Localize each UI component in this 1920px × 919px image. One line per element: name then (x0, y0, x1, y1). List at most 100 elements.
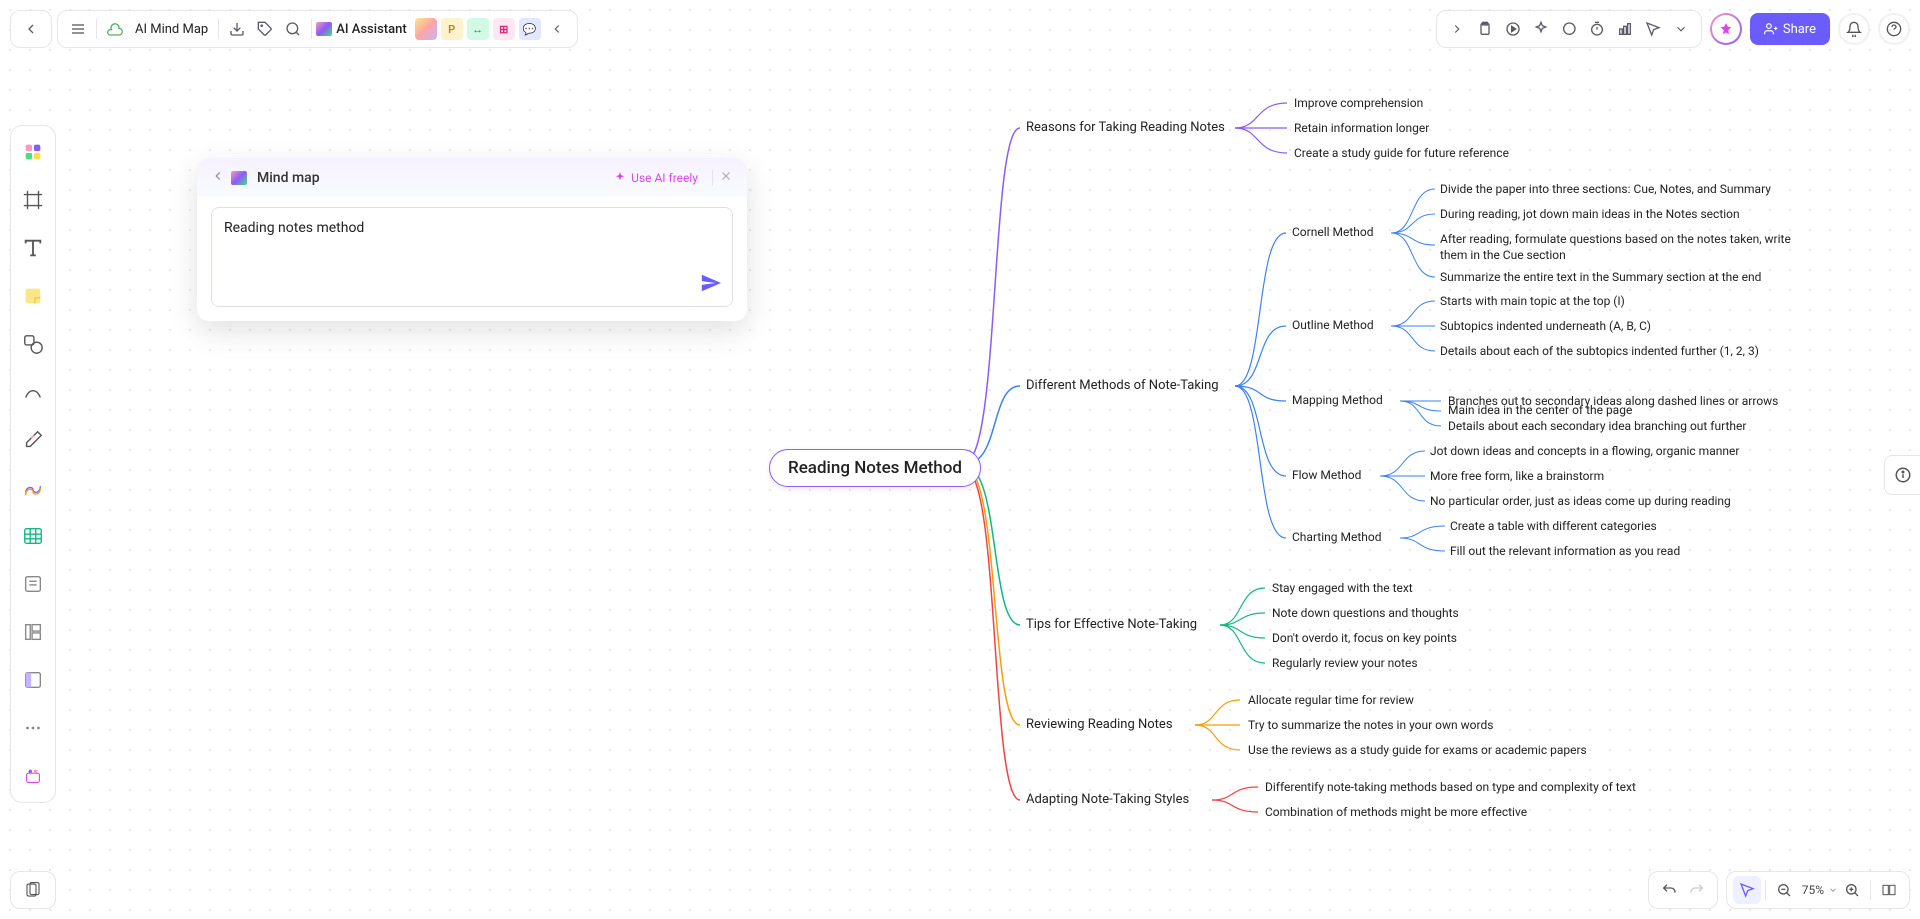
leaf[interactable]: Jot down ideas and concepts in a flowing… (1430, 444, 1739, 458)
text-block-icon[interactable] (17, 568, 49, 600)
leaf[interactable]: Combination of methods might be more eff… (1265, 805, 1527, 819)
table-icon[interactable] (17, 520, 49, 552)
back-button[interactable] (17, 15, 45, 43)
leaf[interactable]: Create a table with different categories (1450, 519, 1657, 533)
sub-cornell[interactable]: Cornell Method (1292, 225, 1374, 239)
separator (1765, 880, 1766, 900)
branch-reviewing[interactable]: Reviewing Reading Notes (1026, 717, 1173, 732)
cloud-sync-icon[interactable] (101, 15, 129, 43)
doc-title[interactable]: AI Mind Map (135, 22, 208, 37)
bell-icon[interactable] (1838, 13, 1870, 45)
connector-icon[interactable] (17, 376, 49, 408)
share-button[interactable]: Share (1750, 13, 1830, 45)
chip-p[interactable]: P (441, 18, 463, 40)
leaf[interactable]: Improve comprehension (1294, 96, 1423, 110)
redo-button[interactable] (1683, 876, 1711, 904)
undo-button[interactable] (1655, 876, 1683, 904)
use-ai-freely-link[interactable]: Use AI freely (613, 171, 698, 185)
leaf[interactable]: Allocate regular time for review (1248, 693, 1414, 707)
leaf[interactable]: Details about each of the subtopics inde… (1440, 344, 1759, 358)
chevron-down-icon[interactable] (1828, 885, 1838, 895)
shape-icon[interactable] (17, 328, 49, 360)
curve-icon[interactable] (17, 472, 49, 504)
search-icon[interactable] (279, 15, 307, 43)
leaf[interactable]: Retain information longer (1294, 121, 1429, 135)
leaf[interactable]: Summarize the entire text in the Summary… (1440, 270, 1761, 284)
send-button[interactable] (700, 272, 722, 298)
leaf[interactable]: Use the reviews as a study guide for exa… (1248, 743, 1587, 757)
frame-icon[interactable] (17, 184, 49, 216)
panel-icon[interactable] (17, 664, 49, 696)
sub-mapping[interactable]: Mapping Method (1292, 393, 1383, 407)
tag-icon[interactable] (251, 15, 279, 43)
ai-logo-icon (231, 171, 247, 185)
pages-icon[interactable] (10, 871, 56, 909)
ai-chip-icon[interactable] (17, 760, 49, 792)
sub-outline[interactable]: Outline Method (1292, 318, 1374, 332)
leaf[interactable]: Create a study guide for future referenc… (1294, 146, 1509, 160)
sub-charting[interactable]: Charting Method (1292, 530, 1381, 544)
branch-reasons[interactable]: Reasons for Taking Reading Notes (1026, 120, 1225, 135)
leaf[interactable]: Divide the paper into three sections: Cu… (1440, 182, 1771, 196)
pointer-mode-button[interactable] (1733, 876, 1761, 904)
pen-icon[interactable] (17, 424, 49, 456)
leaf[interactable]: After reading, formulate questions based… (1440, 232, 1820, 263)
hamburger-icon[interactable] (64, 15, 92, 43)
ai-dialog-back-button[interactable] (211, 168, 225, 187)
ai-assistant-label[interactable]: AI Assistant (336, 22, 406, 37)
chip-s[interactable]: 💬 (519, 18, 541, 40)
leaf[interactable]: Stay engaged with the text (1272, 581, 1413, 595)
zoom-level[interactable]: 75% (1802, 883, 1824, 897)
ai-mindmap-dialog: Mind map Use AI freely Reading notes met… (197, 158, 747, 321)
info-icon[interactable] (1884, 455, 1920, 495)
leaf[interactable]: Branches out to secondary ideas along da… (1448, 394, 1778, 408)
branch-adapting[interactable]: Adapting Note-Taking Styles (1026, 792, 1189, 807)
brand-avatar[interactable] (1710, 13, 1742, 45)
leaf[interactable]: Regularly review your notes (1272, 656, 1418, 670)
timer-icon[interactable] (1583, 15, 1611, 43)
text-icon[interactable] (17, 232, 49, 264)
zoom-in-button[interactable] (1838, 876, 1866, 904)
leaf[interactable]: Subtopics indented underneath (A, B, C) (1440, 319, 1651, 333)
mindmap-root-node[interactable]: Reading Notes Method (769, 449, 981, 487)
chip-avatar[interactable] (415, 18, 437, 40)
more-icon[interactable] (17, 712, 49, 744)
branch-methods[interactable]: Different Methods of Note-Taking (1026, 378, 1219, 393)
leaf[interactable]: During reading, jot down main ideas in t… (1440, 207, 1740, 221)
cursor-icon[interactable] (1639, 15, 1667, 43)
undo-redo-seg (1648, 871, 1718, 909)
mindmap-canvas[interactable]: Reading Notes Method Reasons for Taking … (0, 0, 1920, 919)
leaf[interactable]: Note down questions and thoughts (1272, 606, 1459, 620)
bottom-right-toolbar: 75% (1648, 871, 1910, 909)
leaf[interactable]: More free form, like a brainstorm (1430, 469, 1604, 483)
leaf[interactable]: Starts with main topic at the top (I) (1440, 294, 1625, 308)
help-icon[interactable] (1878, 13, 1910, 45)
sparkle-icon[interactable] (1527, 15, 1555, 43)
chevron-down-icon[interactable] (1667, 15, 1695, 43)
share-label: Share (1783, 22, 1816, 37)
leaf[interactable]: Try to summarize the notes in your own w… (1248, 718, 1493, 732)
leaf[interactable]: Differentify note-taking methods based o… (1265, 780, 1636, 794)
branch-tips[interactable]: Tips for Effective Note-Taking (1026, 617, 1197, 632)
leaf[interactable]: No particular order, just as ideas come … (1430, 494, 1731, 508)
download-icon[interactable] (223, 15, 251, 43)
chart-icon[interactable] (1611, 15, 1639, 43)
leaf[interactable]: Fill out the relevant information as you… (1450, 544, 1680, 558)
minimap-icon[interactable] (1875, 876, 1903, 904)
expand-icon[interactable] (1443, 15, 1471, 43)
play-icon[interactable] (1499, 15, 1527, 43)
leaf[interactable]: Details about each secondary idea branch… (1448, 419, 1746, 433)
chip-m[interactable]: ⊞ (493, 18, 515, 40)
ai-input-textarea[interactable]: Reading notes method (211, 207, 733, 307)
chevron-left-icon[interactable] (543, 15, 571, 43)
layout-icon[interactable] (17, 616, 49, 648)
sticky-note-icon[interactable] (17, 280, 49, 312)
shape-mind-icon[interactable] (17, 136, 49, 168)
sub-flow[interactable]: Flow Method (1292, 468, 1361, 482)
clipboard-icon[interactable] (1471, 15, 1499, 43)
leaf[interactable]: Don't overdo it, focus on key points (1272, 631, 1457, 645)
comment-icon[interactable] (1555, 15, 1583, 43)
zoom-out-button[interactable] (1770, 876, 1798, 904)
close-icon[interactable] (719, 168, 733, 187)
chip-c[interactable]: ↔ (467, 18, 489, 40)
